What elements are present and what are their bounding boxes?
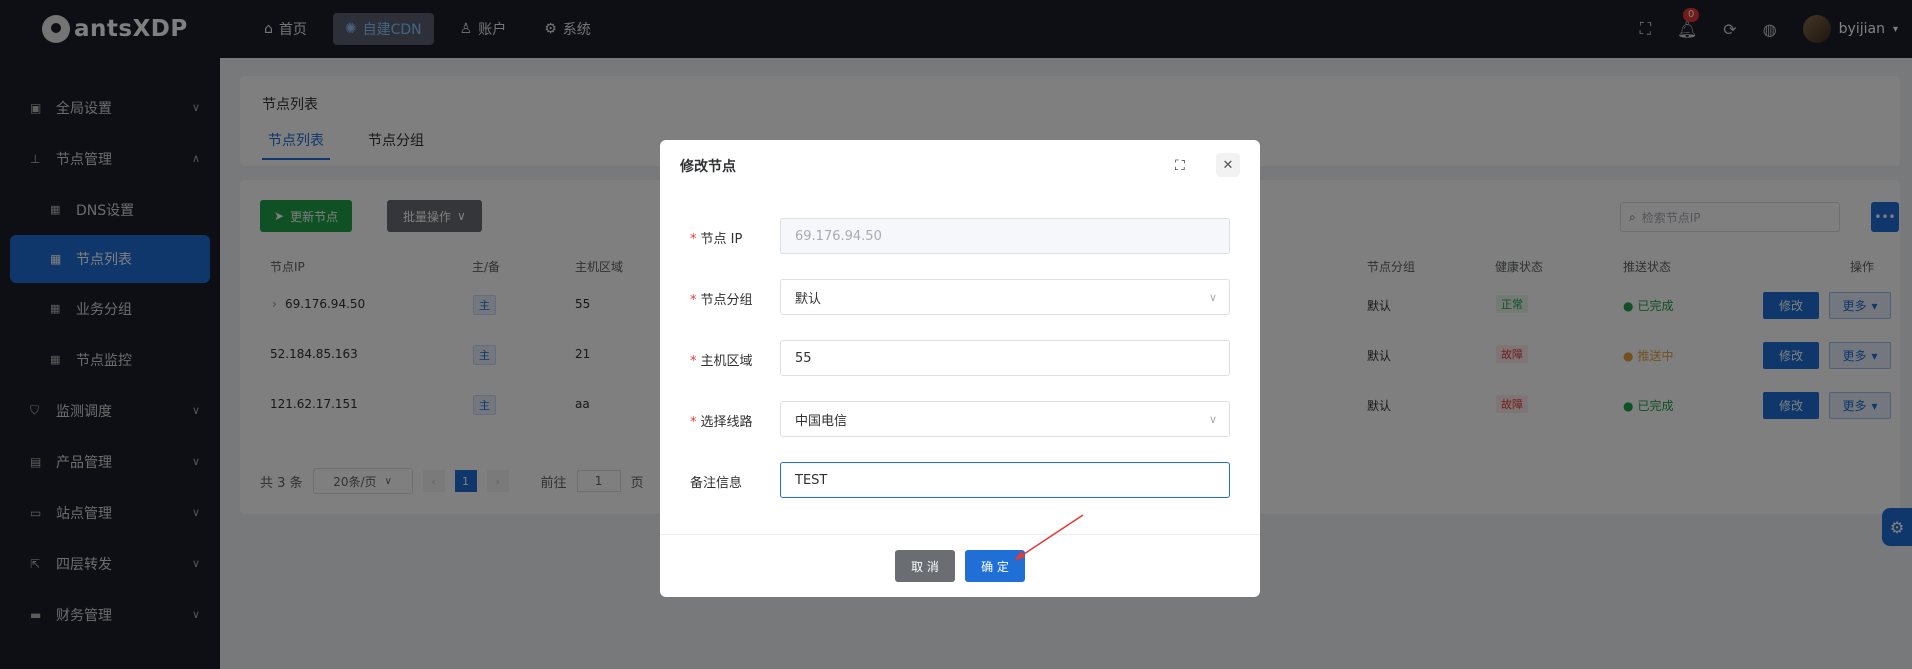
line-select[interactable]: 中国电信 ∨ — [780, 401, 1230, 437]
field-label: * 节点 IP — [690, 232, 743, 247]
node-group-select[interactable]: 默认 ∨ — [780, 279, 1230, 315]
select-value: 默认 — [795, 291, 822, 307]
cancel-button[interactable]: 取 消 — [895, 550, 955, 582]
remark-input[interactable]: TEST — [780, 462, 1230, 498]
select-value: 中国电信 — [795, 413, 848, 429]
field-label: * 节点分组 — [690, 293, 753, 308]
fullscreen-icon[interactable]: ⛶ — [1175, 158, 1185, 174]
field-host-region: * 主机区域 55 — [660, 340, 1260, 378]
node-ip-input: 69.176.94.50 — [780, 218, 1230, 254]
dialog-title: 修改节点 — [680, 159, 736, 175]
host-region-input[interactable]: 55 — [780, 340, 1230, 376]
edit-node-dialog: 修改节点 ⛶ ✕ * 节点 IP 69.176.94.50 * 节点分组 默认 ∨ *… — [660, 140, 1260, 597]
chevron-down-icon: ∨ — [1208, 412, 1217, 426]
field-label: * 选择线路 — [690, 415, 753, 430]
field-node-ip: * 节点 IP 69.176.94.50 — [660, 218, 1260, 256]
field-label: 备注信息 — [690, 476, 743, 491]
field-node-group: * 节点分组 默认 ∨ — [660, 279, 1260, 317]
field-label: * 主机区域 — [690, 354, 753, 369]
dialog-footer-divider — [660, 534, 1260, 535]
close-icon[interactable]: ✕ — [1216, 153, 1240, 177]
chevron-down-icon: ∨ — [1208, 290, 1217, 304]
field-remark: 备注信息 TEST — [660, 462, 1260, 500]
field-line: * 选择线路 中国电信 ∨ — [660, 401, 1260, 439]
confirm-button[interactable]: 确 定 — [965, 550, 1025, 582]
